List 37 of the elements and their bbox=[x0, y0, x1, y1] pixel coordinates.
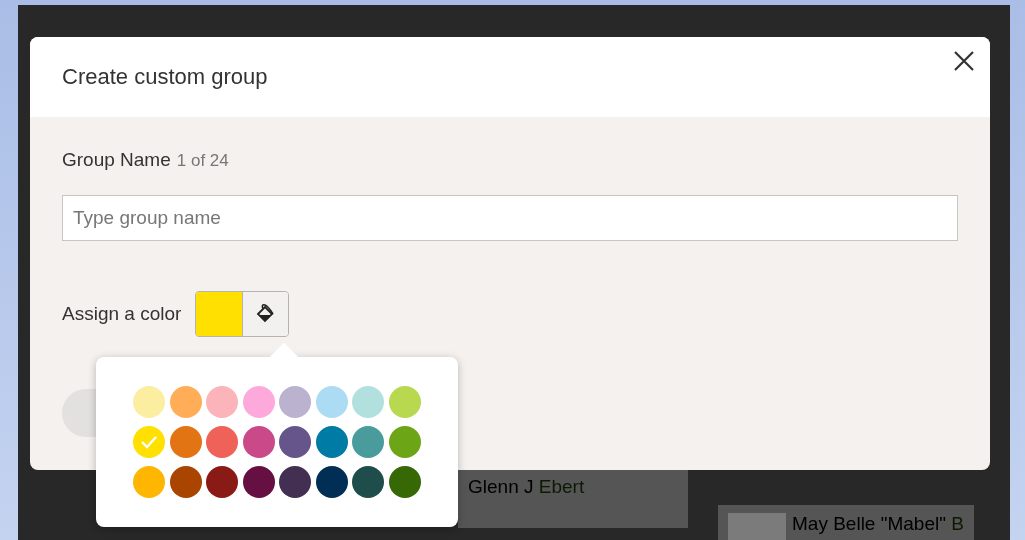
color-swatch[interactable] bbox=[315, 466, 348, 498]
color-swatch[interactable] bbox=[352, 386, 385, 418]
tree-node-card[interactable]: May Belle "Mabel" B bbox=[718, 505, 974, 540]
color-swatch[interactable] bbox=[315, 426, 348, 458]
field-label: Assign a color bbox=[62, 303, 182, 325]
field-label: Group Name bbox=[62, 149, 171, 171]
group-counter: 1 of 24 bbox=[176, 151, 229, 171]
person-name: May Belle "Mabel" B bbox=[792, 513, 964, 535]
color-swatch[interactable] bbox=[388, 426, 421, 458]
color-swatch[interactable] bbox=[206, 466, 239, 498]
color-swatch[interactable] bbox=[352, 466, 385, 498]
color-swatch[interactable] bbox=[279, 466, 312, 498]
color-swatch[interactable] bbox=[133, 426, 166, 458]
color-swatch[interactable] bbox=[206, 426, 239, 458]
color-swatch[interactable] bbox=[352, 426, 385, 458]
color-swatch[interactable] bbox=[242, 386, 275, 418]
color-swatch[interactable] bbox=[388, 386, 421, 418]
paint-bucket-button[interactable] bbox=[242, 292, 289, 336]
color-swatch[interactable] bbox=[169, 466, 202, 498]
color-swatch[interactable] bbox=[242, 426, 275, 458]
color-picker[interactable] bbox=[195, 291, 290, 337]
color-swatch[interactable] bbox=[206, 386, 239, 418]
person-name: Glenn J Ebert bbox=[468, 476, 585, 498]
checkmark-icon bbox=[140, 435, 159, 449]
color-swatch[interactable] bbox=[279, 426, 312, 458]
color-swatch[interactable] bbox=[133, 466, 166, 498]
color-swatch[interactable] bbox=[169, 386, 202, 418]
color-swatch[interactable] bbox=[388, 466, 421, 498]
color-swatch[interactable] bbox=[242, 466, 275, 498]
tree-node-card[interactable]: Glenn J Ebert bbox=[458, 468, 688, 528]
dialog-title: Create custom group bbox=[62, 64, 268, 90]
group-name-input[interactable]: Type group name bbox=[62, 195, 958, 241]
paint-bucket-icon bbox=[254, 303, 277, 325]
color-swatch[interactable] bbox=[169, 426, 202, 458]
color-swatch[interactable] bbox=[315, 386, 348, 418]
color-swatch[interactable] bbox=[133, 386, 166, 418]
color-swatch[interactable] bbox=[279, 386, 312, 418]
